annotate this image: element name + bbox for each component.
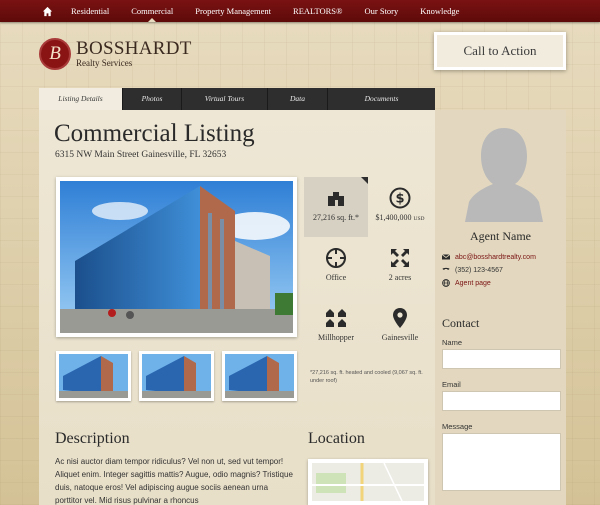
nav-realtors[interactable]: REALTORS® [282, 0, 353, 22]
globe-icon [442, 279, 450, 287]
stat-area: Millhopper [304, 297, 368, 357]
square-feet-footnote: *27,216 sq. ft. heated and cooled (9,067… [310, 370, 423, 384]
listing-tabs: Listing Details Photos Virtual Tours Dat… [39, 88, 435, 110]
stat-type: Office [304, 237, 368, 297]
building-icon [328, 192, 344, 206]
agent-name: Agent Name [470, 229, 531, 243]
stat-acres: 2 acres [368, 237, 432, 297]
tab-data[interactable]: Data [268, 88, 328, 110]
description-text: Ac nisi auctor diam tempor ridiculus? Ve… [55, 457, 293, 505]
page-title: Commercial Listing [54, 120, 255, 147]
stat-type-value: Office [325, 273, 347, 282]
stat-square-feet-value: 27,216 sq. ft.* [313, 213, 359, 222]
listing-address: 6315 NW Main Street Gainesville, FL 3265… [55, 150, 227, 160]
home-icon[interactable] [34, 0, 60, 22]
agent-phone-number: (352) 123-4567 [455, 266, 503, 274]
nav-property-management[interactable]: Property Management [184, 0, 282, 22]
stat-square-feet: 27,216 sq. ft.* [304, 177, 368, 237]
stat-price-unit: USD [413, 216, 425, 222]
site-logo[interactable]: B BOSSHARDT Realty Services [39, 38, 192, 70]
location-map[interactable] [308, 459, 428, 505]
location-heading: Location [308, 430, 365, 447]
agent-email-link[interactable]: abc@bosshardtrealty.com [442, 253, 536, 261]
tab-virtual-tours[interactable]: Virtual Tours [182, 88, 268, 110]
stat-price-value: $1,400,000 [375, 213, 412, 222]
agent-avatar [465, 128, 543, 222]
nav-knowledge[interactable]: Knowledge [409, 0, 470, 22]
description-heading: Description [55, 430, 130, 447]
contact-heading: Contact [442, 316, 480, 330]
crosshair-icon [326, 248, 346, 268]
stat-acres-value: 2 acres [388, 273, 412, 282]
phone-icon [442, 267, 450, 270]
svg-text:$: $ [395, 192, 404, 207]
agent-email: abc@bosshardtrealty.com [455, 253, 536, 261]
nav-residential[interactable]: Residential [60, 0, 120, 22]
logo-mark: B [39, 38, 71, 70]
main-photo[interactable] [56, 177, 297, 337]
thumbnail-2[interactable] [139, 351, 214, 401]
agent-phone: (352) 123-4567 [442, 266, 503, 274]
email-field[interactable] [442, 391, 561, 411]
nav-commercial[interactable]: Commercial [120, 0, 184, 22]
message-field[interactable] [442, 433, 561, 491]
listing-panel: Commercial Listing 6315 NW Main Street G… [39, 110, 435, 505]
name-field[interactable] [442, 349, 561, 369]
email-label: Email [442, 380, 461, 389]
top-nav: Residential Commercial Property Manageme… [0, 0, 600, 22]
stat-city: Gainesville [368, 297, 432, 357]
logo-title: BOSSHARDT [76, 38, 192, 59]
message-label: Message [442, 422, 473, 431]
tab-documents[interactable]: Documents [328, 88, 435, 110]
tab-photos[interactable]: Photos [123, 88, 182, 110]
name-label: Name [442, 338, 463, 347]
dollar-icon: $ [389, 187, 411, 209]
agent-sidebar: Agent Name abc@bosshardtrealty.com (352)… [435, 110, 566, 505]
thumbnail-1[interactable] [56, 351, 131, 401]
stat-area-value: Millhopper [318, 333, 354, 342]
map-pin-icon [393, 308, 407, 328]
logo-subtitle: Realty Services [76, 58, 133, 68]
stat-price: $ $1,400,000 USD [368, 177, 432, 237]
photo-thumbnails [56, 351, 297, 401]
expand-icon [391, 249, 409, 267]
neighborhood-icon [326, 309, 346, 327]
nav-our-story[interactable]: Our Story [354, 0, 410, 22]
call-to-action-button[interactable]: Call to Action [434, 32, 566, 70]
stat-city-value: Gainesville [381, 333, 419, 342]
agent-page-link[interactable]: Agent page [442, 279, 491, 287]
envelope-icon [442, 254, 450, 260]
agent-page-label: Agent page [455, 279, 491, 287]
tab-listing-details[interactable]: Listing Details [39, 88, 123, 110]
thumbnail-3[interactable] [222, 351, 297, 401]
